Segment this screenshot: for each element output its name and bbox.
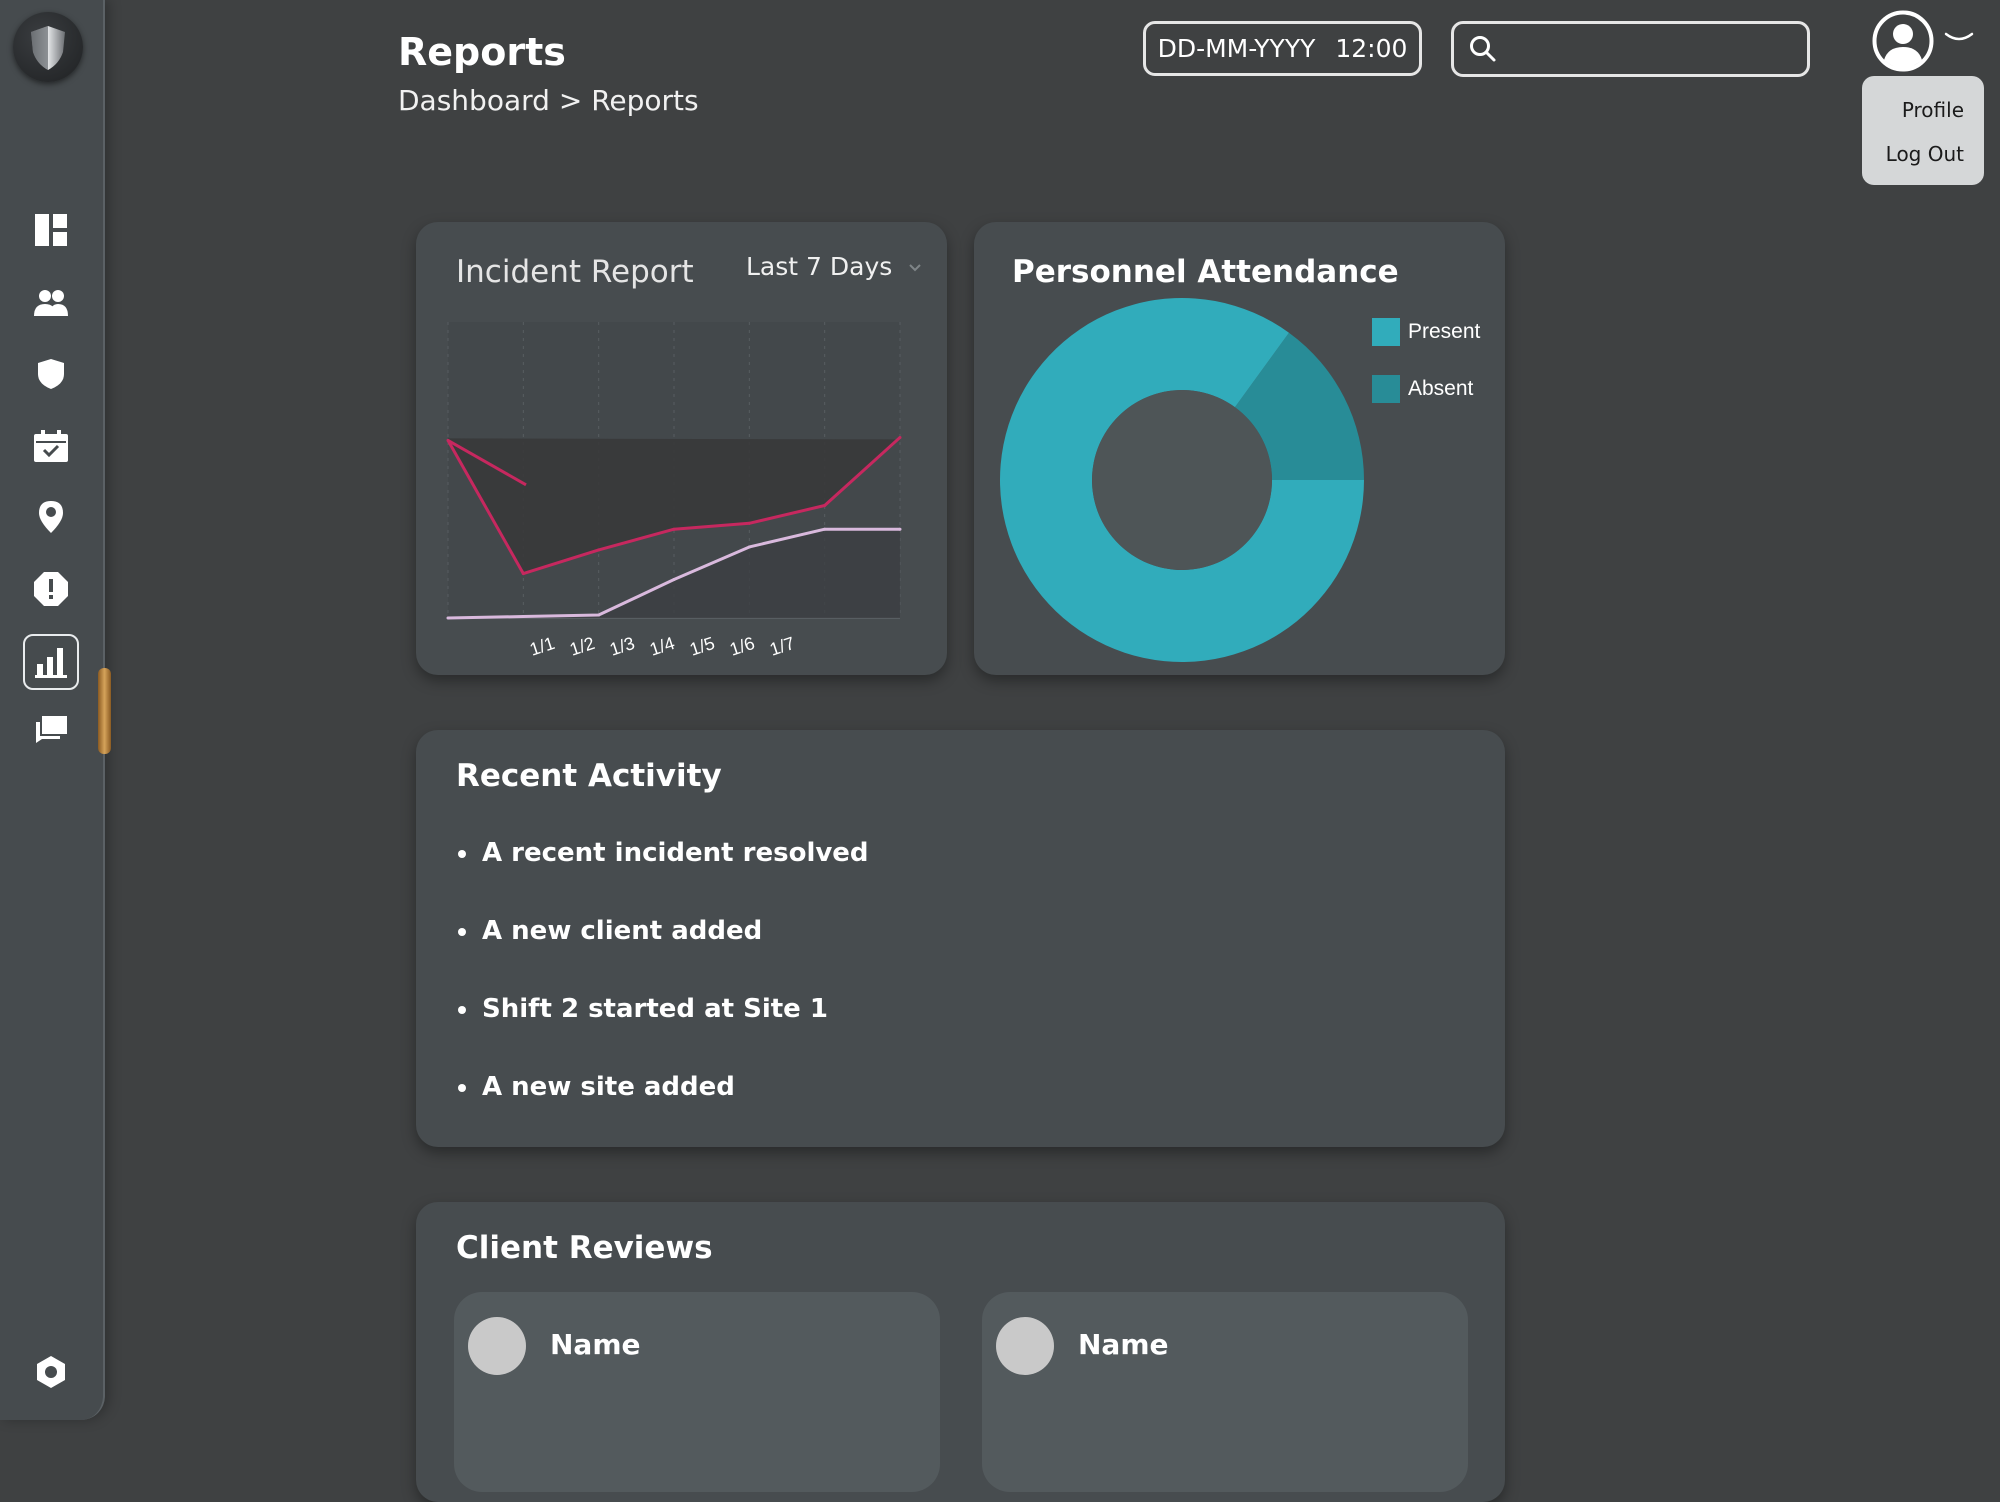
reviewer-avatar — [996, 1317, 1054, 1375]
activity-text: A new site added — [482, 1072, 735, 1102]
x-tick-label: 1/3 — [607, 633, 637, 660]
user-dropdown-menu: Profile Log Out — [1862, 76, 1984, 185]
x-tick-label: 1/2 — [567, 633, 597, 660]
series-2-point — [823, 527, 827, 531]
client-reviews-card: Client Reviews Name Name — [416, 1202, 1505, 1502]
activity-text: A new client added — [482, 916, 763, 946]
x-tick-label: 1/5 — [687, 633, 717, 660]
activity-item: A new client added — [458, 916, 762, 946]
activity-item: Shift 2 started at Site 1 — [458, 994, 828, 1024]
activity-text: Shift 2 started at Site 1 — [482, 994, 828, 1024]
attendance-card: Personnel Attendance Present Absent — [974, 222, 1505, 675]
bullet — [458, 1083, 466, 1092]
series-1-point — [747, 521, 751, 525]
series-1-point — [898, 435, 902, 439]
users-icon — [34, 290, 68, 316]
series-1-point — [597, 548, 601, 552]
nav-schedule[interactable] — [23, 418, 79, 474]
x-tick-label: 1/6 — [727, 633, 757, 660]
legend-absent: Absent — [1372, 375, 1473, 403]
breadcrumb-dashboard-link[interactable]: Dashboard — [398, 84, 550, 117]
nav-security[interactable] — [23, 346, 79, 402]
time-text: 12:00 — [1335, 34, 1408, 63]
chevron-down-icon — [1944, 32, 1974, 41]
x-tick-label: 1/4 — [647, 633, 677, 660]
donut-hole — [1092, 390, 1272, 570]
series-2-point — [898, 527, 902, 531]
series-1-point — [672, 527, 676, 531]
series-2-point — [747, 545, 751, 549]
legend-absent-swatch — [1372, 375, 1400, 403]
activity-text: A recent incident resolved — [482, 838, 869, 868]
sidebar — [0, 0, 105, 1420]
settings-icon — [37, 1356, 65, 1388]
recent-activity-card: Recent Activity A recent incident resolv… — [416, 730, 1505, 1147]
reviewer-name: Name — [550, 1328, 641, 1361]
shield-icon — [38, 359, 64, 389]
incident-line-chart: 1/1 1/2 1/3 1/4 1/5 1/6 1/7 — [446, 322, 902, 660]
reviewer-avatar — [468, 1317, 526, 1375]
menu-item-logout[interactable]: Log Out — [1886, 142, 1964, 166]
attendance-donut-chart — [1000, 297, 1364, 662]
series-2-point — [672, 578, 676, 582]
shield-logo-icon — [13, 12, 83, 82]
x-tick-label: 1/1 — [527, 633, 557, 660]
legend-present-label: Present — [1408, 320, 1481, 343]
location-pin-icon — [39, 501, 63, 533]
page-title: Reports — [398, 30, 566, 74]
legend-absent-label: Absent — [1408, 377, 1474, 400]
alert-icon — [34, 572, 68, 606]
search-icon — [1470, 36, 1496, 62]
nav-users[interactable] — [23, 275, 79, 331]
date-text: DD-MM-YYYY — [1157, 34, 1316, 63]
nav-reports[interactable] — [23, 634, 79, 690]
series-1-point — [823, 504, 827, 508]
series-2-point — [597, 613, 601, 617]
menu-item-profile[interactable]: Profile — [1902, 98, 1964, 122]
client-reviews-title: Client Reviews — [456, 1230, 713, 1266]
sidebar-scrollbar[interactable] — [98, 668, 111, 754]
bullet — [458, 849, 466, 858]
nav-dashboard[interactable] — [23, 202, 79, 258]
recent-activity-title: Recent Activity — [456, 758, 722, 794]
bullet — [458, 1005, 466, 1014]
chat-icon — [36, 716, 67, 743]
dashboard-icon — [35, 214, 67, 246]
reports-chart-icon — [35, 648, 67, 678]
incident-report-card: Incident Report Last 7 Days 1/1 1/2 1/3 1/4… — [416, 222, 947, 675]
user-menu-toggle[interactable] — [1944, 28, 1974, 48]
x-tick-label: 1/7 — [767, 633, 797, 660]
breadcrumb: Dashboard > Reports — [398, 84, 699, 117]
settings-button[interactable] — [23, 1344, 79, 1400]
series-2-point — [521, 615, 525, 619]
nav-incidents[interactable] — [23, 561, 79, 617]
series-1-point — [521, 572, 525, 576]
reviewer-name: Name — [1078, 1328, 1169, 1361]
nav-locations[interactable] — [23, 489, 79, 545]
search-box[interactable] — [1451, 21, 1810, 77]
review-card[interactable]: Name — [454, 1292, 940, 1492]
breadcrumb-current: Reports — [591, 84, 699, 117]
activity-item: A new site added — [458, 1072, 735, 1102]
breadcrumb-separator: > — [558, 84, 583, 117]
legend-present-swatch — [1372, 318, 1400, 346]
user-avatar-button[interactable] — [1872, 10, 1934, 72]
series-2-point — [446, 616, 450, 620]
legend-present: Present — [1372, 318, 1480, 346]
calendar-check-icon — [34, 430, 68, 462]
nav-messages[interactable] — [23, 701, 79, 757]
user-avatar-icon — [1872, 10, 1934, 72]
review-card[interactable]: Name — [982, 1292, 1468, 1492]
activity-item: A recent incident resolved — [458, 838, 869, 868]
search-input[interactable] — [1508, 35, 1792, 63]
bullet — [458, 927, 466, 936]
datetime-display: DD-MM-YYYY 12:00 — [1143, 21, 1422, 76]
